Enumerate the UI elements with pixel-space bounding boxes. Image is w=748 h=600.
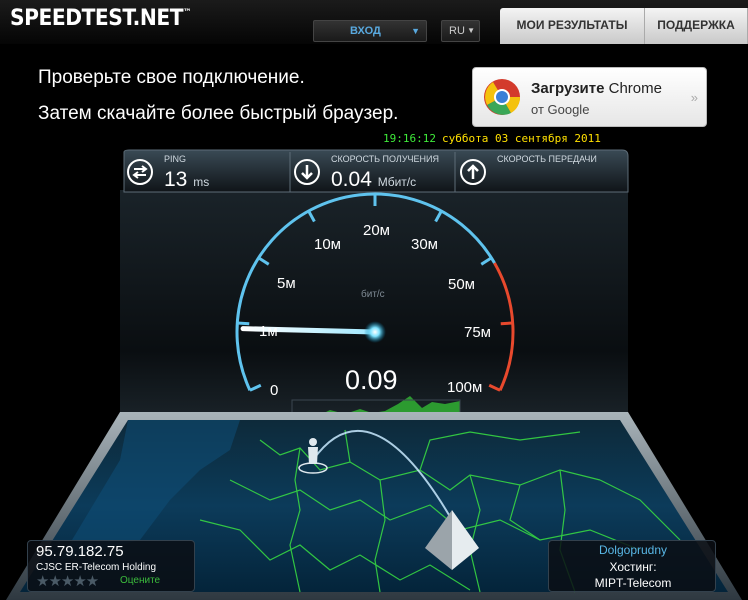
speedtest-logo[interactable]: SPEEDTEST.NET™ (10, 6, 191, 31)
chrome-ad-subtitle: от Google (531, 102, 590, 117)
clock-date: суббота 03 сентября 2011 (441, 132, 601, 145)
chevron-right-icon: » (690, 90, 698, 105)
gauge-label-1m: 1м (259, 323, 278, 340)
promo-line-1: Проверьте свое подключение. (38, 67, 305, 88)
language-dropdown[interactable]: RU ▼ (441, 20, 480, 42)
server-city[interactable]: Dolgoprudny (549, 543, 717, 557)
ping-arrows-icon (127, 159, 153, 185)
gauge-label-0: 0 (270, 382, 279, 399)
chrome-ad-title: Загрузите Chrome (531, 80, 662, 97)
current-speed-value: 0.09 (345, 365, 398, 395)
ping-value: 13 ms (164, 168, 210, 191)
gauge-label-30m: 30м (411, 236, 438, 253)
upload-arrow-icon (460, 159, 486, 185)
gauge-label-10m: 10м (314, 236, 341, 253)
download-label: СКОРОСТЬ ПОЛУЧЕНИЯ (331, 154, 440, 164)
tab-my-results[interactable]: МОИ РЕЗУЛЬТАТЫ (500, 8, 645, 44)
server-host: MIPT-Telecom (594, 576, 672, 590)
language-label: RU (449, 25, 465, 37)
chevron-down-icon: ▼ (467, 26, 475, 35)
rate-link[interactable]: Оцените (120, 575, 160, 586)
gauge-label-20m: 20м (363, 222, 390, 239)
tab-support[interactable]: ПОДДЕРЖКА (645, 8, 748, 44)
promo-line-2: Затем скачайте более быстрый браузер. (38, 103, 399, 124)
chrome-logo-icon (484, 79, 521, 115)
ping-label: PING (164, 154, 187, 164)
gauge-label-75m: 75м (464, 324, 491, 341)
chevron-down-icon: ▼ (411, 26, 420, 36)
gauge-tick (237, 321, 250, 326)
client-info-box: 95.79.182.75 CJSC ER-Telecom Holding ★★★… (27, 540, 195, 592)
login-label: ВХОД (350, 25, 381, 37)
download-arrow-icon (294, 159, 320, 185)
gauge-label-5m: 5м (277, 275, 296, 292)
server-info-box[interactable]: Dolgoprudny Хостинг: MIPT-Telecom (548, 540, 716, 592)
gauge-label-100m: 100м (447, 379, 483, 396)
clock-overlay: 19:16:12 суббота 03 сентября 2011 (380, 131, 623, 146)
server-host-label: Хостинг: (609, 560, 657, 574)
chrome-download-ad[interactable]: Загрузите Chrome от Google » (472, 67, 707, 127)
gauge-label-50m: 50м (448, 276, 475, 293)
gauge-tick (500, 321, 513, 326)
clock-time: 19:16:12 (383, 132, 436, 145)
gauge-unit: бит/с (361, 289, 385, 300)
rating-stars[interactable]: ★★★★★ (36, 572, 99, 590)
login-dropdown[interactable]: ВХОД ▼ (313, 20, 427, 42)
client-person-icon (308, 438, 318, 464)
upload-label: СКОРОСТЬ ПЕРЕДАЧИ (497, 154, 597, 164)
gauge-hub (364, 321, 386, 343)
download-value: 0.04 Мбит/с (331, 168, 417, 191)
top-bar: SPEEDTEST.NET™ ВХОД ▼ RU ▼ МОИ РЕЗУЛЬТАТ… (0, 0, 748, 44)
client-ip: 95.79.182.75 (36, 543, 124, 560)
